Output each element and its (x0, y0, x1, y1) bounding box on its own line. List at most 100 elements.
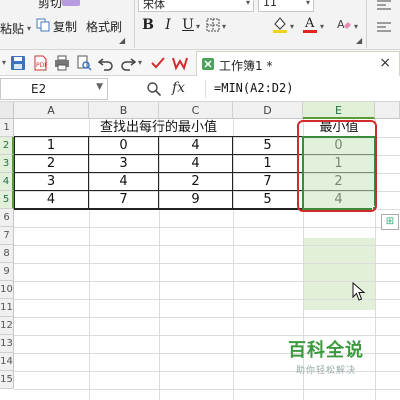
row-header-11[interactable]: 11 (0, 299, 14, 317)
copy-button[interactable]: 复制 (53, 18, 77, 35)
export-pdf-icon[interactable]: PDF (32, 55, 48, 71)
align-left-icon-2[interactable] (376, 20, 392, 34)
gridline (14, 317, 400, 318)
fx-label: fx (172, 80, 186, 96)
column-header-b[interactable]: B (89, 102, 159, 119)
row-header-3[interactable]: 3 (0, 155, 14, 173)
font-size-value: 11 (263, 0, 277, 9)
font-color-dropdown-icon[interactable]: ▾ (320, 22, 324, 31)
fill-color-dropdown-icon[interactable]: ▾ (290, 22, 294, 31)
font-name-dropdown-icon: ▾ (245, 0, 250, 7)
redo-dropdown-icon[interactable]: ▾ (138, 58, 142, 67)
row-header-2[interactable]: 2 (0, 137, 14, 155)
clear-format-icon[interactable]: A (336, 16, 352, 32)
print-preview-icon[interactable] (76, 55, 92, 71)
cell-c2[interactable]: 4 (159, 137, 233, 155)
font-name-select[interactable]: 宋体 ▾ (138, 0, 254, 12)
cell-a5[interactable]: 4 (14, 191, 89, 209)
row-header-8[interactable]: 8 (0, 245, 14, 263)
merged-header-title[interactable]: 查找出每行的最小值 (14, 119, 303, 137)
row-header-14[interactable]: 14 (0, 353, 14, 371)
row-header-1[interactable]: 1 (0, 119, 14, 137)
italic-button[interactable]: I (159, 16, 177, 34)
clipboard-launcher-icon[interactable]: ◢ (119, 36, 125, 45)
font-size-select[interactable]: 11 ▾ (258, 0, 314, 12)
cell-b3[interactable]: 3 (89, 155, 159, 173)
watermark-logo: 百科全说 助你轻松解决 (288, 336, 364, 376)
fill-color-icon[interactable] (272, 15, 288, 33)
gridline (14, 389, 400, 390)
select-all-corner[interactable] (0, 102, 14, 119)
svg-text:A: A (337, 18, 345, 31)
column-header-f[interactable] (375, 102, 400, 119)
cell-d4[interactable]: 7 (233, 173, 303, 191)
cell-d5[interactable]: 5 (233, 191, 303, 209)
toolbar-dropdown-icon[interactable]: ▾ (2, 58, 6, 67)
gridline (14, 227, 400, 228)
redo-icon[interactable] (120, 55, 136, 71)
font-launcher-icon[interactable]: ◢ (356, 36, 362, 45)
borders-icon[interactable] (206, 18, 220, 32)
row-header-10[interactable]: 10 (0, 281, 14, 299)
quick-access-toolbar: ▾ PDF ▾ 工作簿1 * × (0, 50, 400, 76)
underline-button[interactable]: U (179, 16, 197, 34)
cut-button[interactable]: 剪切 (38, 0, 62, 11)
svg-text:PDF: PDF (36, 62, 48, 69)
bold-button[interactable]: B (139, 16, 157, 34)
print-icon[interactable] (54, 55, 70, 71)
annotation-highlight-box (297, 120, 377, 212)
paste-icon[interactable] (62, 0, 80, 6)
row-header-5[interactable]: 5 (0, 191, 14, 209)
cell-c4[interactable]: 2 (159, 173, 233, 191)
name-box[interactable]: E2 ▼ (0, 78, 108, 100)
copy-label: 复制 (53, 20, 78, 34)
font-color-icon[interactable]: A (302, 15, 318, 33)
brand-check-icon[interactable] (150, 55, 166, 71)
close-icon[interactable]: × (379, 55, 391, 71)
row-header-6[interactable]: 6 (0, 209, 14, 227)
cell-c5[interactable]: 9 (159, 191, 233, 209)
borders-dropdown-icon[interactable]: ▾ (222, 22, 226, 31)
wps-logo-icon[interactable] (172, 55, 188, 71)
paste-button[interactable]: 粘贴 (0, 20, 24, 37)
cell-c3[interactable]: 4 (159, 155, 233, 173)
cell-a4[interactable]: 3 (14, 173, 89, 191)
gridline (14, 263, 400, 264)
cell-b4[interactable]: 4 (89, 173, 159, 191)
save-icon[interactable] (10, 55, 26, 71)
font-name-value: 宋体 (143, 0, 165, 11)
clear-format-dropdown-icon[interactable]: ▾ (354, 22, 358, 31)
row-header-7[interactable]: 7 (0, 227, 14, 245)
font-size-dropdown-icon: ▾ (305, 0, 310, 7)
cell-b2[interactable]: 0 (89, 137, 159, 155)
cell-a3[interactable]: 2 (14, 155, 89, 173)
cell-d3[interactable]: 1 (233, 155, 303, 173)
cell-b5[interactable]: 7 (89, 191, 159, 209)
row-header-13[interactable]: 13 (0, 335, 14, 353)
cell-a2[interactable]: 1 (14, 137, 89, 155)
column-header-a[interactable]: A (14, 102, 89, 119)
align-left-icon[interactable] (376, 0, 392, 12)
copy-icon[interactable] (36, 18, 50, 32)
paste-options-icon[interactable]: ⊞ (381, 214, 399, 230)
paste-dropdown-icon[interactable]: ▾ (27, 24, 31, 33)
formula-input[interactable]: =MIN(A2:D2) (214, 81, 293, 95)
gridline (14, 245, 400, 246)
row-header-12[interactable]: 12 (0, 317, 14, 335)
name-box-value: E2 (31, 82, 47, 96)
column-header-c[interactable]: C (159, 102, 233, 119)
tab-workbook1[interactable]: 工作簿1 * × (196, 51, 400, 76)
column-header-e[interactable]: E (303, 102, 375, 119)
chevron-down-icon[interactable]: ▼ (96, 82, 103, 92)
row-header-15[interactable]: 15 (0, 371, 14, 389)
column-header-d[interactable]: D (233, 102, 303, 119)
undo-icon[interactable] (98, 55, 114, 71)
row-header-4[interactable]: 4 (0, 173, 14, 191)
row-header-9[interactable]: 9 (0, 263, 14, 281)
zoom-formula-icon[interactable] (146, 81, 162, 97)
insert-function-button[interactable]: fx (172, 80, 185, 96)
format-painter-button[interactable]: 格式刷 (86, 18, 122, 35)
underline-dropdown-icon[interactable]: ▾ (196, 22, 200, 31)
ribbon: 剪切 粘贴 ▾ 复制 格式刷 ◢ 宋体 ▾ 11 ▾ B I U ▾ ▾ ▾ A (0, 0, 400, 50)
cell-d2[interactable]: 5 (233, 137, 303, 155)
